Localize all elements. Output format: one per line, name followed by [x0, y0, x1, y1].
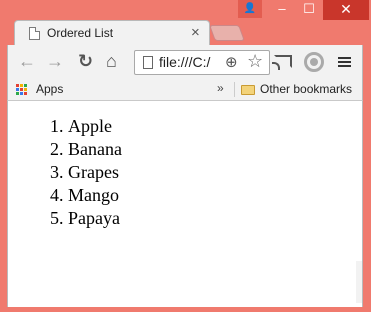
home-button[interactable]: ⌂ — [106, 51, 117, 71]
list-item: Apple — [68, 115, 122, 138]
apps-link[interactable]: Apps — [36, 82, 63, 96]
folder-icon[interactable] — [241, 85, 255, 95]
new-tab-button[interactable] — [209, 25, 245, 41]
bookmark-star-icon[interactable]: ☆ — [247, 51, 263, 72]
list-item: Banana — [68, 138, 122, 161]
back-button[interactable]: ← — [18, 51, 36, 71]
other-bookmarks-link[interactable]: Other bookmarks — [260, 82, 352, 96]
tab-title: Ordered List — [47, 26, 114, 40]
list-item: Mango — [68, 184, 122, 207]
address-bar[interactable]: file:///C:/ ⊕ ☆ — [134, 50, 270, 75]
extension-icon[interactable] — [304, 52, 324, 72]
ordered-list: Apple Banana Grapes Mango Papaya — [8, 115, 122, 230]
menu-icon[interactable] — [338, 57, 351, 69]
maximize-button[interactable]: ☐ — [296, 0, 322, 20]
apps-grid-icon[interactable] — [16, 84, 28, 96]
cast-icon[interactable] — [272, 55, 292, 70]
list-item: Grapes — [68, 161, 122, 184]
tab-close-icon[interactable]: × — [191, 24, 200, 41]
minimize-button[interactable]: – — [269, 0, 295, 20]
close-window-button[interactable]: ✕ — [323, 0, 369, 20]
bookmarks-bar: Apps » Other bookmarks — [7, 79, 363, 101]
page-content: Apple Banana Grapes Mango Papaya — [7, 101, 363, 307]
bookmarks-divider — [234, 82, 235, 97]
tab-ordered-list[interactable]: Ordered List × — [14, 20, 210, 46]
list-item: Papaya — [68, 207, 122, 230]
bookmarks-overflow-button[interactable]: » — [217, 81, 224, 95]
browser-window: 👤 – ☐ ✕ Ordered List × ← → ↻ ⌂ file:///C… — [0, 0, 371, 312]
zoom-icon[interactable]: ⊕ — [225, 53, 238, 71]
profile-icon[interactable]: 👤 — [238, 0, 262, 18]
page-info-icon[interactable] — [143, 56, 153, 69]
page-icon — [29, 27, 40, 40]
toolbar: ← → ↻ ⌂ file:///C:/ ⊕ ☆ — [7, 45, 363, 79]
forward-button[interactable]: → — [46, 51, 64, 71]
resize-edge[interactable] — [356, 261, 362, 303]
reload-button[interactable]: ↻ — [78, 51, 93, 71]
url-text[interactable]: file:///C:/ — [159, 54, 210, 70]
